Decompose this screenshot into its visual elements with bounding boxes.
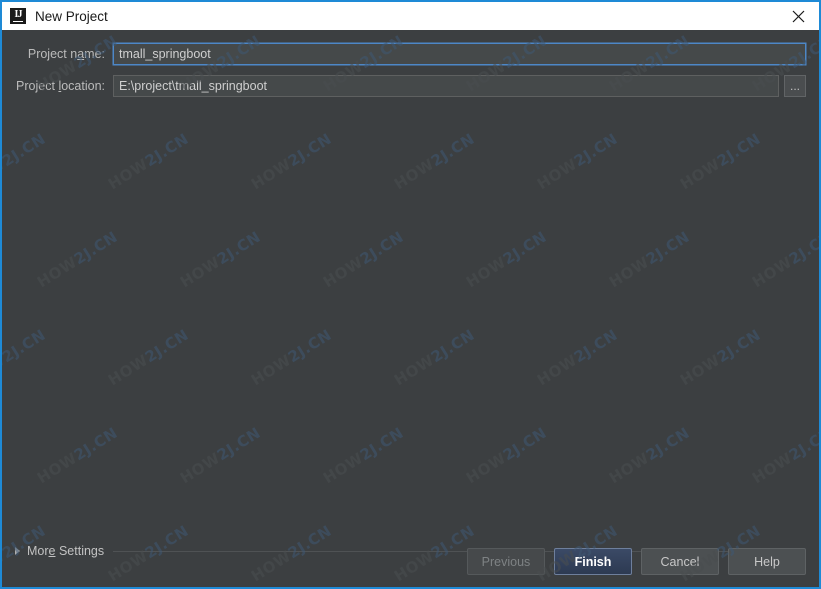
cancel-button-label: Cancel xyxy=(660,554,700,569)
close-button[interactable] xyxy=(777,2,819,30)
project-location-label-pre: Project xyxy=(16,79,59,93)
close-icon xyxy=(792,10,804,22)
finish-button-label: Finish xyxy=(574,554,612,569)
project-location-label-post: ocation: xyxy=(61,79,105,93)
project-name-input[interactable] xyxy=(113,43,806,65)
finish-button[interactable]: Finish xyxy=(554,548,632,575)
project-name-label-post: me: xyxy=(84,47,105,61)
project-name-row: Project name: xyxy=(15,43,806,65)
project-name-label: Project name: xyxy=(15,47,113,61)
help-button-label: Help xyxy=(754,554,780,569)
project-form: Project name: Project location: ... xyxy=(2,30,819,107)
more-settings-label-post: Settings xyxy=(55,544,105,558)
ellipsis-icon: ... xyxy=(789,79,800,93)
dialog-button-bar: Previous Finish Cancel Help xyxy=(467,548,806,575)
previous-button[interactable]: Previous xyxy=(467,548,545,575)
project-location-input[interactable] xyxy=(113,75,779,97)
window-title: New Project xyxy=(35,8,108,24)
chevron-right-icon xyxy=(15,547,20,555)
browse-folder-button[interactable]: ... xyxy=(784,75,806,97)
intellij-idea-icon: IJ xyxy=(10,8,26,24)
help-button[interactable]: Help xyxy=(728,548,806,575)
more-settings-label: More Settings xyxy=(27,544,104,558)
previous-button-label: Previous xyxy=(481,554,531,569)
dialog-content: Project name: Project location: ... More… xyxy=(2,30,819,587)
project-location-row: Project location: ... xyxy=(15,75,806,97)
more-settings-label-pre: Mor xyxy=(27,544,49,558)
title-bar: IJ New Project xyxy=(2,2,819,30)
new-project-dialog: IJ New Project Project name: Project loc… xyxy=(0,0,821,589)
project-location-label: Project location: xyxy=(15,79,113,93)
cancel-button[interactable]: Cancel xyxy=(641,548,719,575)
project-name-label-pre: Project n xyxy=(27,47,78,61)
